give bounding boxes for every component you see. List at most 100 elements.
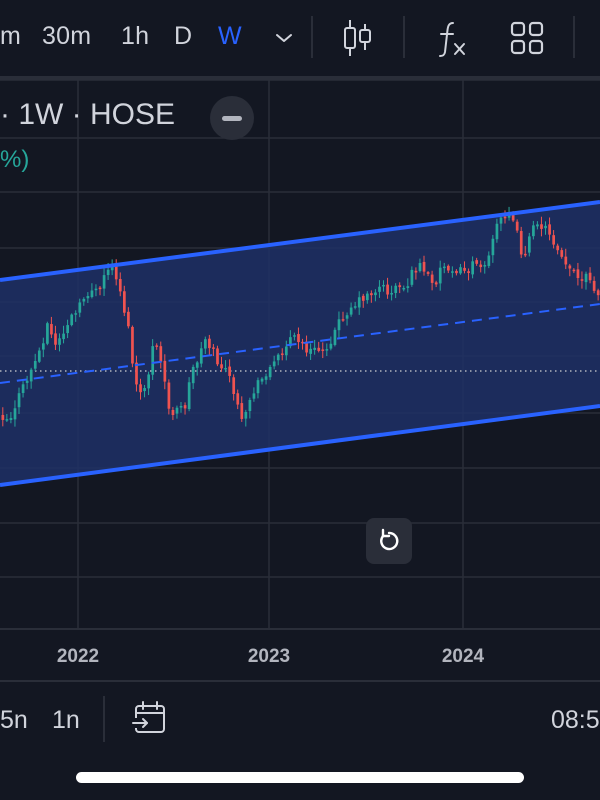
candle-body xyxy=(285,346,288,356)
candle-body xyxy=(455,270,458,274)
candle-body xyxy=(333,329,337,345)
candle-body xyxy=(378,286,381,292)
candle-body xyxy=(13,408,17,420)
candle-body xyxy=(556,245,560,251)
symbol-legend-title[interactable]: · 1W · HOSE xyxy=(0,98,175,132)
price-chart[interactable]: 2022 2023 2024 xyxy=(0,80,600,680)
candlestick-chart-icon[interactable] xyxy=(337,18,377,58)
function-fx-icon[interactable] xyxy=(432,18,472,58)
calendar-goto-icon xyxy=(132,701,165,733)
candle-body xyxy=(167,382,171,409)
candle-body xyxy=(50,324,53,335)
candle-body xyxy=(317,347,321,351)
candle-body xyxy=(66,325,69,334)
timeframe-week[interactable]: W xyxy=(218,22,242,51)
go-to-date-button[interactable] xyxy=(128,696,172,740)
legend-collapse-button[interactable] xyxy=(210,96,254,140)
bottom-separator xyxy=(103,696,105,742)
candle-body xyxy=(175,407,179,414)
candle-body xyxy=(171,409,175,416)
candle-body xyxy=(463,267,466,271)
candle-body xyxy=(86,296,90,299)
candle-body xyxy=(276,354,280,361)
candle-body xyxy=(442,266,446,269)
candle-body xyxy=(592,280,596,291)
candle-body xyxy=(341,319,345,321)
toolbar-separator xyxy=(311,16,313,58)
candle-body xyxy=(370,293,373,296)
candle-body xyxy=(576,269,580,278)
x-axis-label-2023: 2023 xyxy=(248,646,290,667)
timeframe-1h[interactable]: 1h xyxy=(121,22,149,51)
candle-body xyxy=(62,333,65,340)
candle-body xyxy=(264,376,268,380)
candle-body xyxy=(580,279,584,281)
candle-body xyxy=(523,253,527,256)
candle-body xyxy=(179,406,183,408)
candle-body xyxy=(540,224,543,229)
candle-body xyxy=(353,306,357,308)
candle-body xyxy=(232,377,236,394)
candle-body xyxy=(54,333,57,345)
candle-body xyxy=(114,265,118,280)
channel-fill xyxy=(0,202,600,485)
chart-canvas[interactable]: 2022 2023 2024 xyxy=(0,80,600,680)
home-indicator[interactable] xyxy=(76,772,524,783)
candle-body xyxy=(568,265,572,269)
candle-body xyxy=(532,225,535,237)
grid-layout-icon[interactable] xyxy=(507,18,547,58)
time-axis-border xyxy=(0,628,600,630)
candle-body xyxy=(216,348,219,365)
candle-body xyxy=(426,272,430,274)
candle-body xyxy=(256,380,260,394)
timeframe-minutes[interactable]: m xyxy=(0,22,21,51)
candle-body xyxy=(78,302,82,313)
candle-body xyxy=(487,255,491,266)
chart-app: m 30m 1h D W 2022 2023 2024 · 1W · HOSE … xyxy=(0,0,600,800)
candle-body xyxy=(410,269,414,285)
range-1-year[interactable]: 1n xyxy=(52,706,80,735)
candle-body xyxy=(515,221,519,231)
candle-body xyxy=(293,335,296,337)
candle-body xyxy=(349,307,353,315)
candle-body xyxy=(151,346,155,375)
candle-body xyxy=(572,269,576,272)
candle-body xyxy=(418,263,422,272)
candle-body xyxy=(361,295,365,301)
candle-body xyxy=(374,292,377,296)
candle-body xyxy=(491,238,495,256)
candle-body xyxy=(519,231,523,255)
chevron-down-icon[interactable] xyxy=(264,18,304,58)
candle-body xyxy=(584,273,588,283)
candle-body xyxy=(272,361,276,367)
candle-body xyxy=(357,297,361,308)
candle-body xyxy=(588,272,592,281)
candle-body xyxy=(143,388,146,392)
candle-body xyxy=(248,399,252,412)
candle-body xyxy=(123,291,126,313)
timeframe-day[interactable]: D xyxy=(174,22,192,51)
candle-body xyxy=(414,270,418,273)
candle-body xyxy=(447,265,450,271)
candle-body xyxy=(191,366,195,384)
candle-body xyxy=(147,374,150,389)
candle-body xyxy=(536,224,539,227)
candle-body xyxy=(394,285,398,293)
candle-body xyxy=(309,348,312,354)
reset-chart-button[interactable] xyxy=(366,518,412,564)
candle-body xyxy=(70,314,74,326)
range-5-years[interactable]: 5n xyxy=(0,706,28,735)
candle-body xyxy=(1,414,5,420)
candle-body xyxy=(228,366,231,376)
candle-body xyxy=(98,287,102,290)
candle-body xyxy=(459,267,462,274)
timeframe-30m[interactable]: 30m xyxy=(42,22,91,51)
candle-body xyxy=(398,285,402,288)
candle-body xyxy=(244,411,248,419)
candle-body xyxy=(596,290,600,296)
candle-body xyxy=(260,378,264,382)
x-axis-label-2024: 2024 xyxy=(442,646,485,667)
candle-body xyxy=(46,323,49,344)
candle-body xyxy=(208,338,211,349)
candle-body xyxy=(386,284,389,295)
